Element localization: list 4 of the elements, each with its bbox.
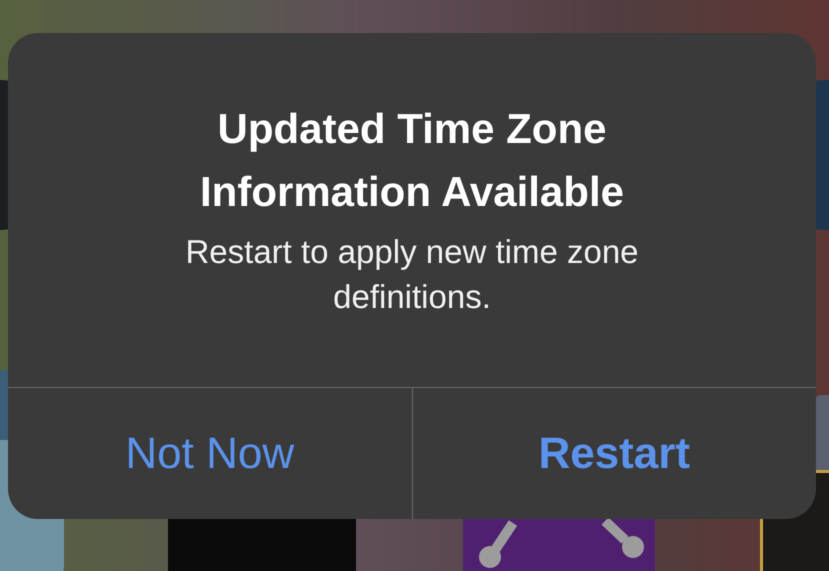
alert-title: Updated Time Zone Information Available xyxy=(199,104,625,217)
cancel-button[interactable]: Not Now xyxy=(8,388,412,519)
confirm-button[interactable]: Restart xyxy=(412,388,816,519)
alert-message: Restart to apply new time zone definitions. xyxy=(184,232,640,317)
